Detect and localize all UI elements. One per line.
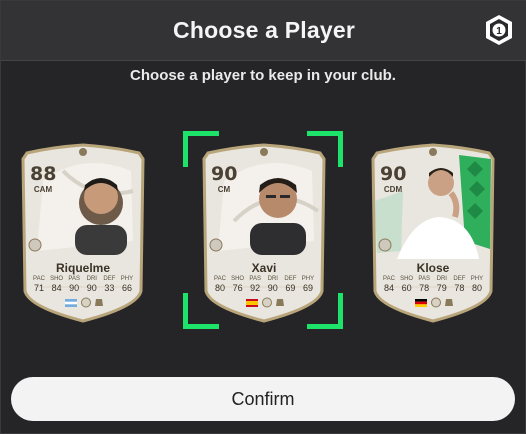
argentina-flag-icon [65, 299, 77, 307]
stat-dri: DRI 90 [267, 276, 278, 293]
club-league-badges-icon [431, 297, 453, 308]
player-rating: 90 [211, 163, 238, 185]
stat-pas: PAS 78 [418, 276, 430, 293]
stat-dri: DRI 90 [86, 276, 97, 293]
player-card-riquelme[interactable]: 88 CAM Riquelme PAC 71 SHO 84 PAS 90 DRI 90 … [13, 141, 153, 326]
player-stats: PAC 84 SHO 60 PAS 78 DRI 79 DEF 78 PHY 80 [381, 276, 485, 293]
stat-pac: PAC 84 [383, 276, 395, 293]
stat-sho: SHO 76 [231, 276, 245, 293]
player-position: CM [217, 185, 231, 194]
stat-pas: PAS 90 [68, 276, 80, 293]
player-rating: 88 [30, 163, 57, 185]
stat-dri: DRI 79 [436, 276, 447, 293]
stat-pac: PAC 80 [214, 276, 226, 293]
player-stats: PAC 71 SHO 84 PAS 90 DRI 90 DEF 33 PHY 66 [31, 276, 135, 293]
player-rating: 90 [380, 163, 407, 185]
player-name: Xavi [251, 261, 277, 275]
spain-flag-icon [246, 299, 258, 307]
player-position: CAM [33, 185, 53, 194]
dialog-title: Choose a Player [173, 17, 355, 43]
counter-value: 1 [496, 26, 502, 37]
stat-def: DEF 33 [103, 276, 116, 293]
player-name: Klose [416, 261, 450, 275]
stat-sho: SHO 84 [50, 276, 64, 293]
confirm-button[interactable]: Confirm [11, 377, 515, 421]
choose-player-dialog: Choose a Player 1 Choose a player to kee… [0, 0, 526, 434]
germany-flag-icon [415, 299, 427, 307]
club-league-badges-icon [81, 297, 103, 308]
dialog-header: Choose a Player 1 [1, 1, 526, 61]
stat-pac: PAC 71 [33, 276, 45, 293]
stat-phy: PHY 80 [470, 276, 484, 293]
dialog-subtitle: Choose a player to keep in your club. [130, 67, 396, 84]
stat-phy: PHY 66 [120, 276, 134, 293]
stat-pas: PAS 92 [249, 276, 261, 293]
player-card-xavi[interactable]: 90 CM Xavi PAC 80 SHO 76 PAS 92 DRI 90 DEF 69… [194, 141, 334, 326]
stat-def: DEF 78 [453, 276, 466, 293]
pack-count-icon: 1 [486, 15, 512, 45]
stat-def: DEF 69 [284, 276, 297, 293]
player-name: Riquelme [55, 261, 110, 275]
stat-sho: SHO 60 [400, 276, 414, 293]
player-card-klose[interactable]: 90 CDM Klose PAC 84 SHO 60 PAS 78 DRI 79 DEF… [363, 141, 503, 326]
player-position: CDM [383, 185, 403, 194]
club-league-badges-icon [262, 297, 284, 308]
player-stats: PAC 80 SHO 76 PAS 92 DRI 90 DEF 69 PHY 69 [212, 276, 316, 293]
stat-phy: PHY 69 [301, 276, 315, 293]
